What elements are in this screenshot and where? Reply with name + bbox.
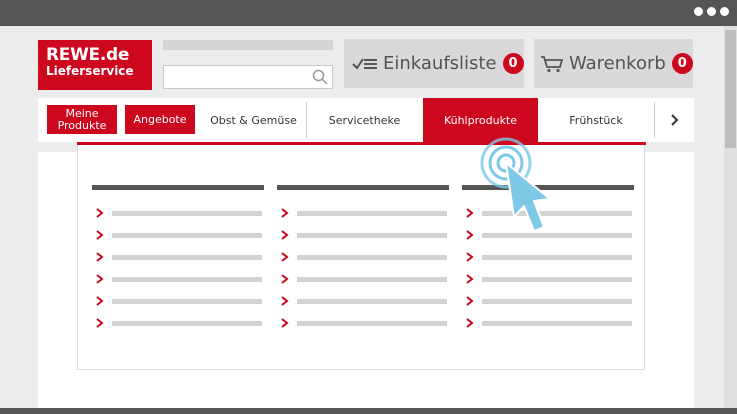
text-placeholder — [482, 277, 632, 282]
chevron-right-icon — [281, 252, 289, 262]
list-item[interactable] — [462, 292, 634, 314]
cart-icon — [540, 55, 564, 73]
text-placeholder — [297, 211, 447, 216]
nav-item-meine-produkte[interactable]: Meine Produkte — [47, 105, 117, 134]
list-item[interactable] — [277, 314, 449, 336]
search-icon[interactable] — [312, 69, 328, 85]
text-placeholder — [112, 321, 262, 326]
list-item[interactable] — [462, 270, 634, 292]
column-heading-placeholder — [92, 185, 264, 190]
category-nav: Meine Produkte Angebote Obst & Gemüse Se… — [38, 98, 694, 142]
rewe-logo[interactable]: REWE.de Lieferservice — [38, 40, 152, 90]
list-item[interactable] — [92, 248, 264, 270]
text-placeholder — [112, 277, 262, 282]
text-placeholder — [297, 255, 447, 260]
nav-item-servicetheke[interactable]: Servicetheke — [307, 98, 422, 142]
logo-line-1: REWE.de — [46, 45, 130, 65]
browser-bottom-bar — [0, 408, 737, 414]
text-placeholder — [112, 299, 262, 304]
three-dots-icon[interactable] — [694, 7, 729, 16]
chevron-right-icon — [281, 296, 289, 306]
shopping-list-label: Einkaufsliste — [383, 53, 497, 74]
page-viewport: REWE.de Lieferservice Einkaufsliste 0 Wa… — [0, 26, 737, 408]
browser-top-bar — [0, 0, 737, 26]
chevron-right-icon — [466, 296, 474, 306]
chevron-right-icon — [96, 230, 104, 240]
list-item[interactable] — [92, 204, 264, 226]
chevron-right-icon — [96, 208, 104, 218]
list-item[interactable] — [92, 314, 264, 336]
chevron-right-icon — [96, 318, 104, 328]
chevron-right-icon — [466, 318, 474, 328]
chevron-right-icon — [281, 318, 289, 328]
text-placeholder — [297, 321, 447, 326]
nav-item-obst-gemuese[interactable]: Obst & Gemüse — [202, 98, 305, 142]
list-item[interactable] — [277, 270, 449, 292]
list-item[interactable] — [92, 292, 264, 314]
placeholder-bar — [163, 40, 333, 50]
cart-count-badge: 0 — [671, 53, 693, 74]
list-item[interactable] — [277, 226, 449, 248]
cart-label: Warenkorb — [569, 53, 666, 74]
nav-item-angebote[interactable]: Angebote — [125, 105, 195, 134]
shopping-list-count-badge: 0 — [502, 53, 524, 74]
text-placeholder — [297, 299, 447, 304]
list-item[interactable] — [462, 248, 634, 270]
text-placeholder — [297, 233, 447, 238]
search-input[interactable] — [163, 65, 333, 89]
chevron-right-icon — [96, 296, 104, 306]
text-placeholder — [482, 321, 632, 326]
text-placeholder — [112, 233, 262, 238]
dropdown-column-2 — [277, 185, 449, 336]
list-item[interactable] — [277, 248, 449, 270]
logo-line-2: Lieferservice — [46, 64, 134, 78]
text-placeholder — [112, 255, 262, 260]
list-item[interactable] — [462, 314, 634, 336]
dropdown-column-1 — [92, 185, 264, 336]
chevron-right-icon — [96, 252, 104, 262]
pointer-click-icon — [480, 137, 551, 232]
nav-next-button[interactable] — [655, 98, 694, 142]
list-item[interactable] — [92, 226, 264, 248]
text-placeholder — [112, 211, 262, 216]
shopping-list-button[interactable]: Einkaufsliste 0 — [344, 39, 524, 88]
chevron-right-icon — [281, 274, 289, 284]
text-placeholder — [297, 277, 447, 282]
list-icon — [352, 56, 378, 72]
vertical-scrollbar[interactable] — [724, 26, 737, 408]
chevron-right-icon — [670, 114, 678, 126]
list-item[interactable] — [92, 270, 264, 292]
chevron-right-icon — [281, 230, 289, 240]
column-heading-placeholder — [277, 185, 449, 190]
category-dropdown-menu — [77, 145, 645, 370]
chevron-right-icon — [466, 274, 474, 284]
text-placeholder — [482, 255, 632, 260]
cart-button[interactable]: Warenkorb 0 — [534, 39, 693, 88]
scrollbar-thumb[interactable] — [725, 30, 736, 148]
chevron-right-icon — [466, 252, 474, 262]
text-placeholder — [482, 299, 632, 304]
chevron-right-icon — [96, 274, 104, 284]
list-item[interactable] — [277, 292, 449, 314]
chevron-right-icon — [281, 208, 289, 218]
list-item[interactable] — [277, 204, 449, 226]
